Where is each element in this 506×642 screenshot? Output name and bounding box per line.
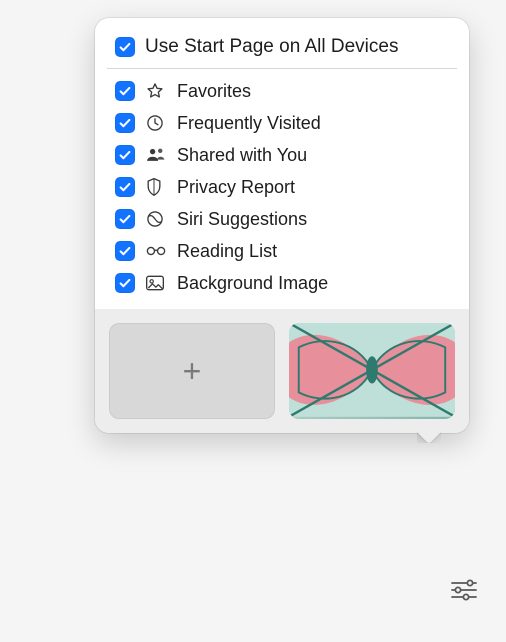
checkbox-checked-icon[interactable] bbox=[115, 177, 135, 197]
checkbox-checked-icon[interactable] bbox=[115, 241, 135, 261]
option-label: Siri Suggestions bbox=[177, 209, 449, 230]
shared-icon bbox=[145, 144, 167, 166]
option-siri-suggestions[interactable]: Siri Suggestions bbox=[95, 203, 469, 235]
divider bbox=[107, 68, 457, 69]
checkbox-checked-icon[interactable] bbox=[115, 145, 135, 165]
use-on-all-devices-label: Use Start Page on All Devices bbox=[145, 36, 449, 58]
glasses-icon bbox=[145, 240, 167, 262]
option-label: Favorites bbox=[177, 81, 449, 102]
plus-icon: + bbox=[183, 353, 202, 390]
add-background-button[interactable]: + bbox=[109, 323, 275, 419]
option-label: Reading List bbox=[177, 241, 449, 262]
option-label: Background Image bbox=[177, 273, 449, 294]
start-page-settings-button[interactable] bbox=[444, 572, 484, 608]
shield-icon bbox=[145, 176, 167, 198]
option-label: Privacy Report bbox=[177, 177, 449, 198]
clock-icon bbox=[145, 112, 167, 134]
option-privacy-report[interactable]: Privacy Report bbox=[95, 171, 469, 203]
checkbox-checked-icon[interactable] bbox=[115, 209, 135, 229]
option-favorites[interactable]: Favorites bbox=[95, 75, 469, 107]
checkbox-checked-icon[interactable] bbox=[115, 37, 135, 57]
option-label: Shared with You bbox=[177, 145, 449, 166]
popover-arrow bbox=[417, 431, 441, 443]
siri-icon bbox=[145, 208, 167, 230]
start-page-settings-popover: Use Start Page on All Devices Favorites … bbox=[95, 18, 469, 433]
option-reading-list[interactable]: Reading List bbox=[95, 235, 469, 267]
option-label: Frequently Visited bbox=[177, 113, 449, 134]
background-image-picker: + bbox=[95, 309, 469, 433]
use-on-all-devices-row[interactable]: Use Start Page on All Devices bbox=[95, 32, 469, 68]
star-icon bbox=[145, 80, 167, 102]
option-frequently-visited[interactable]: Frequently Visited bbox=[95, 107, 469, 139]
sliders-icon bbox=[449, 578, 479, 602]
background-thumbnail[interactable] bbox=[289, 323, 455, 419]
checkbox-checked-icon[interactable] bbox=[115, 113, 135, 133]
option-background-image[interactable]: Background Image bbox=[95, 267, 469, 299]
image-icon bbox=[145, 272, 167, 294]
option-shared-with-you[interactable]: Shared with You bbox=[95, 139, 469, 171]
checkbox-checked-icon[interactable] bbox=[115, 81, 135, 101]
checkbox-checked-icon[interactable] bbox=[115, 273, 135, 293]
